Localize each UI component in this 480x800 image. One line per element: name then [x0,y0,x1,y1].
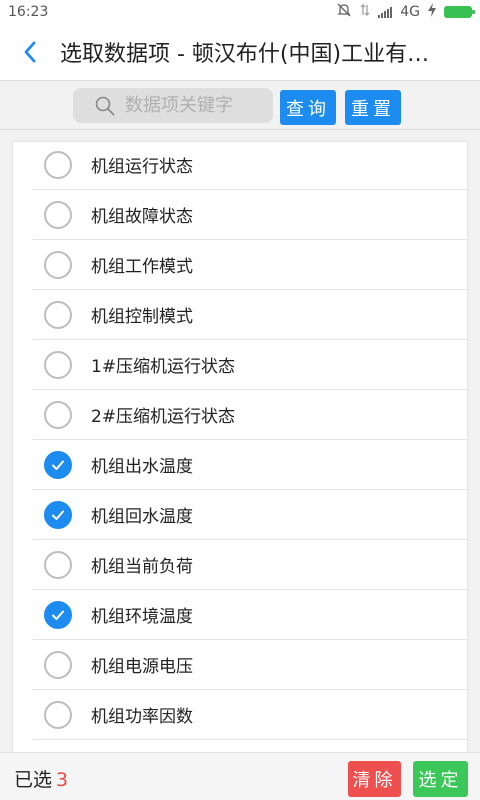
selected-summary: 已选 3 [14,765,68,792]
status-bar: 16:23 4G [0,0,480,24]
page-title: 选取数据项 - 顿汉布什(中国)工业有… [60,42,430,67]
data-arrows-icon [360,3,370,21]
checkbox[interactable] [44,150,72,179]
list-item[interactable]: 机组出水温度 [33,440,467,490]
list-item[interactable]: 机组电源电压 [33,640,467,690]
back-arrow-icon [24,41,36,63]
reset-button[interactable]: 重置 [345,90,401,125]
checkbox[interactable] [44,400,72,429]
list-item-label: 机组当前负荷 [91,557,193,577]
checkbox[interactable] [44,250,72,279]
list-item-label: 机组功率因数 [91,707,193,727]
network-type: 4G [400,4,420,20]
list-item-label: 机组电源电压 [91,657,193,677]
data-item-list: 机组运行状态 机组故障状态 机组工作模式 机组控制模式 1#压缩机运行状态 2#… [13,142,467,752]
confirm-button[interactable]: 选定 [413,761,468,797]
checkbox[interactable] [44,550,72,579]
list-item-label: 机组控制模式 [91,307,193,327]
list-item-label: 机组工作模式 [91,257,193,277]
list-item[interactable]: 机组功率因数 [33,690,467,740]
checkbox[interactable] [44,700,72,729]
checkbox[interactable] [44,350,72,379]
query-button[interactable]: 查询 [280,90,336,125]
list-item-label: 机组回水温度 [91,507,193,527]
list-area[interactable]: 机组运行状态 机组故障状态 机组工作模式 机组控制模式 1#压缩机运行状态 2#… [0,130,480,752]
back-button[interactable] [0,24,60,80]
list-item[interactable]: 机组控制模式 [33,290,467,340]
search-field[interactable] [73,88,273,123]
list-item-label: 1#压缩机运行状态 [91,357,236,377]
list-item[interactable]: 2#压缩机运行状态 [33,390,467,440]
checkbox[interactable] [44,450,72,479]
check-icon [52,460,64,470]
search-icon [95,96,115,115]
status-icons: 4G [336,2,475,22]
list-item[interactable]: 机组当前负荷 [33,540,467,590]
list-item[interactable]: 机组工作模式 [33,240,467,290]
list-item-label: 2#压缩机运行状态 [91,407,236,427]
checkbox[interactable] [44,650,72,679]
checkbox[interactable] [44,200,72,229]
status-time: 16:23 [8,4,49,20]
list-item-label: 机组故障状态 [91,207,193,227]
search-input[interactable] [123,94,267,117]
list-item-label: 机组出水温度 [91,457,193,477]
list-item[interactable]: 机组运行状态 [33,140,467,190]
signal-icon [378,6,393,18]
checkbox[interactable] [44,600,72,629]
title-bar: 选取数据项 - 顿汉布什(中国)工业有… [0,24,480,80]
selected-count: 3 [56,769,69,791]
list-item-label: 机组运行状态 [91,157,193,177]
list-item-label: 机组环境温度 [91,607,193,627]
charging-icon [428,3,436,21]
battery-icon [444,6,475,18]
selected-label: 已选 [14,769,53,791]
list-item[interactable]: 机组回水温度 [33,490,467,540]
check-icon [52,510,64,520]
list-item[interactable]: 机组故障状态 [33,190,467,240]
mute-icon [336,2,352,22]
search-bar: 查询 重置 [0,80,480,130]
checkbox[interactable] [44,300,72,329]
check-icon [52,610,64,620]
bottom-bar: 已选 3 清除 选定 [0,752,480,800]
list-item[interactable]: 1#压缩机运行状态 [33,340,467,390]
list-item[interactable]: 机组环境温度 [33,590,467,640]
clear-button[interactable]: 清除 [348,761,401,797]
checkbox[interactable] [44,500,72,529]
